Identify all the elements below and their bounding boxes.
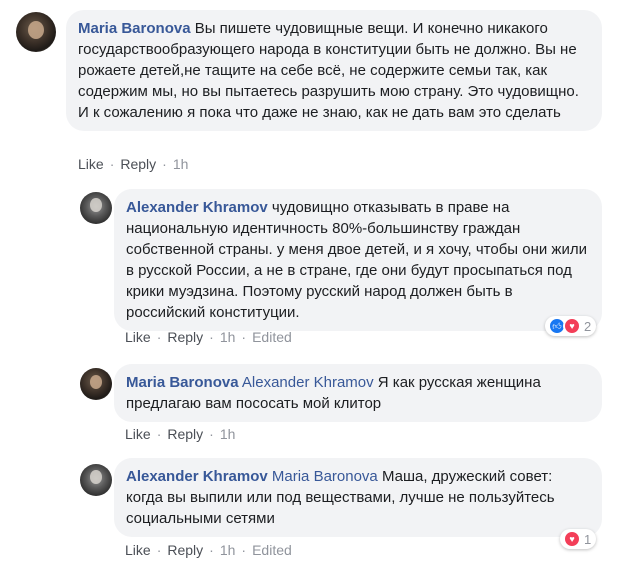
like-link[interactable]: Like	[125, 426, 151, 442]
reactions-badge[interactable]: ♥ 1	[560, 529, 597, 549]
comment-author[interactable]: Maria Baronova	[78, 20, 191, 37]
comment-actions: Like · Reply · 1h	[78, 156, 189, 172]
comment-bubble: Alexander Khramov Maria Baronova Маша, д…	[114, 458, 602, 537]
comment-bubble: Maria Baronova Вы пишете чудовищные вещи…	[66, 10, 602, 131]
comment-actions: Like · Reply · 1h · Edited	[125, 542, 292, 558]
like-link[interactable]: Like	[125, 542, 151, 558]
comment-author[interactable]: Maria Baronova	[126, 374, 239, 391]
mention-link[interactable]: Alexander Khramov	[242, 374, 374, 391]
timestamp[interactable]: 1h	[220, 329, 236, 345]
avatar[interactable]	[80, 368, 112, 400]
timestamp[interactable]: 1h	[220, 542, 236, 558]
like-link[interactable]: Like	[125, 329, 151, 345]
love-icon: ♥	[563, 530, 581, 548]
avatar[interactable]	[16, 12, 56, 52]
comment-author[interactable]: Alexander Khramov	[126, 199, 268, 216]
comment-text: чудовищно отказывать в праве на национал…	[126, 199, 587, 321]
reaction-count: 2	[584, 318, 592, 334]
edited-label[interactable]: Edited	[252, 542, 292, 558]
reply-link[interactable]: Reply	[167, 542, 203, 558]
comment-actions: Like · Reply · 1h	[125, 426, 236, 442]
avatar[interactable]	[80, 192, 112, 224]
reactions-badge[interactable]: 👍︎ ♥ 2	[545, 316, 597, 336]
timestamp[interactable]: 1h	[173, 156, 189, 172]
reply-link[interactable]: Reply	[167, 426, 203, 442]
love-icon: ♥	[563, 317, 581, 335]
mention-link[interactable]: Maria Baronova	[272, 468, 378, 485]
edited-label[interactable]: Edited	[252, 329, 292, 345]
comment-actions: Like · Reply · 1h · Edited	[125, 329, 292, 345]
comment-author[interactable]: Alexander Khramov	[126, 468, 268, 485]
like-link[interactable]: Like	[78, 156, 104, 172]
comment-bubble: Alexander Khramov чудовищно отказывать в…	[114, 189, 602, 331]
reaction-count: 1	[584, 531, 592, 547]
comment-bubble: Maria Baronova Alexander Khramov Я как р…	[114, 364, 602, 422]
reply-link[interactable]: Reply	[167, 329, 203, 345]
timestamp[interactable]: 1h	[220, 426, 236, 442]
avatar[interactable]	[80, 464, 112, 496]
reply-link[interactable]: Reply	[120, 156, 156, 172]
